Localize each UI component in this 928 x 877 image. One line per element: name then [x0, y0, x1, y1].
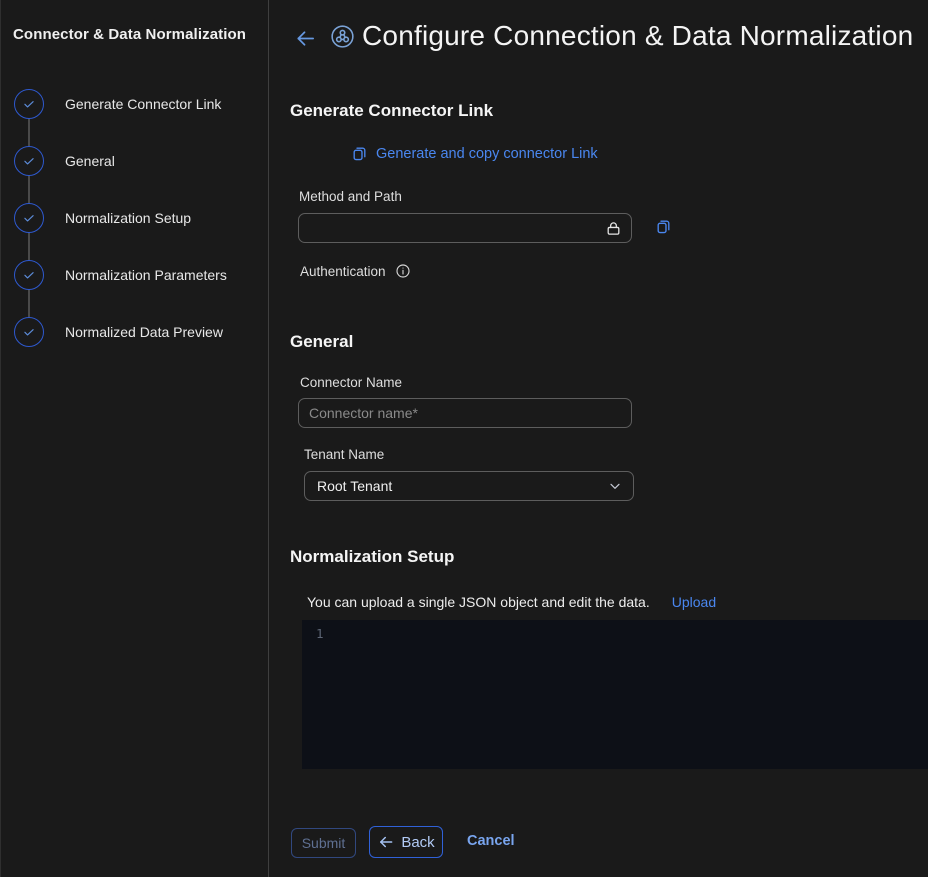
tenant-name-select[interactable]: Root Tenant [304, 471, 634, 501]
generate-and-copy-link-label: Generate and copy connector Link [376, 146, 598, 162]
authentication-label: Authentication [300, 264, 386, 279]
section-heading-general: General [290, 332, 353, 352]
lock-icon [605, 220, 622, 237]
back-button-label: Back [401, 834, 434, 851]
chevron-down-icon [607, 478, 623, 494]
upload-link[interactable]: Upload [672, 594, 716, 610]
stepper-step-generate-connector-link[interactable]: Generate Connector Link [1, 89, 269, 119]
method-and-path-field [298, 213, 632, 243]
app-window: Connector & Data Normalization Generate … [0, 0, 928, 877]
connector-name-label: Connector Name [300, 375, 402, 390]
method-and-path-input[interactable] [299, 220, 605, 236]
json-editor[interactable]: 1 [302, 620, 928, 769]
info-icon[interactable] [395, 263, 411, 279]
copy-icon [655, 218, 672, 235]
step-label: Generate Connector Link [65, 96, 221, 112]
back-button[interactable]: Back [369, 826, 443, 858]
check-circle-icon [14, 317, 44, 347]
check-circle-icon [14, 203, 44, 233]
upload-hint-text: You can upload a single JSON object and … [307, 594, 650, 610]
section-heading-generate-connector-link: Generate Connector Link [290, 101, 493, 121]
copy-icon [351, 145, 368, 162]
step-label: General [65, 153, 115, 169]
generate-and-copy-connector-link[interactable]: Generate and copy connector Link [351, 145, 598, 162]
check-circle-icon [14, 260, 44, 290]
check-circle-icon [14, 89, 44, 119]
sidebar: Connector & Data Normalization Generate … [1, 0, 269, 877]
back-arrow-button[interactable] [294, 27, 317, 50]
stepper-step-normalization-setup[interactable]: Normalization Setup [1, 203, 269, 233]
step-label: Normalization Setup [65, 210, 191, 226]
stepper-step-general[interactable]: General [1, 146, 269, 176]
cancel-button[interactable]: Cancel [467, 833, 515, 849]
tenant-name-label: Tenant Name [304, 447, 384, 462]
method-and-path-label: Method and Path [299, 189, 402, 204]
tenant-name-selected-value: Root Tenant [317, 478, 392, 494]
main-content: Configure Connection & Data Normalizatio… [270, 0, 928, 877]
step-label: Normalization Parameters [65, 267, 227, 283]
sidebar-title: Connector & Data Normalization [13, 26, 246, 43]
step-label: Normalized Data Preview [65, 324, 223, 340]
cancel-button-label: Cancel [467, 833, 515, 849]
page-title: Configure Connection & Data Normalizatio… [362, 20, 913, 52]
back-arrow-icon [377, 833, 395, 851]
upload-hint-row: You can upload a single JSON object and … [307, 594, 716, 610]
section-heading-normalization-setup: Normalization Setup [290, 547, 454, 567]
submit-button-label: Submit [302, 835, 346, 851]
stepper: Generate Connector Link General Normaliz… [1, 89, 269, 379]
connector-name-field [298, 398, 632, 428]
connector-cluster-icon [329, 23, 356, 50]
check-circle-icon [14, 146, 44, 176]
editor-line-number: 1 [316, 626, 324, 641]
submit-button[interactable]: Submit [291, 828, 356, 858]
stepper-step-normalized-data-preview[interactable]: Normalized Data Preview [1, 317, 269, 347]
connector-name-input[interactable] [299, 405, 631, 421]
authentication-row: Authentication [300, 263, 411, 279]
stepper-step-normalization-parameters[interactable]: Normalization Parameters [1, 260, 269, 290]
back-arrow-icon [294, 27, 317, 50]
copy-method-and-path-button[interactable] [655, 218, 672, 235]
